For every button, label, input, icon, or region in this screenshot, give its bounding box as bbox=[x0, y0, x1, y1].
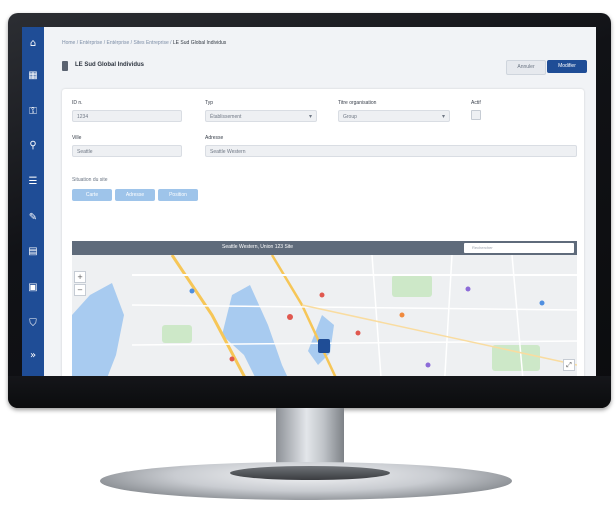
address-view-button[interactable]: Adresse bbox=[115, 189, 155, 201]
wrench-icon[interactable]: ✎ bbox=[26, 211, 40, 225]
map-pin-icon[interactable] bbox=[539, 300, 545, 306]
city-label: Ville bbox=[72, 135, 82, 141]
map-search-input[interactable]: Rechercher bbox=[464, 243, 574, 253]
fullscreen-button[interactable]: ⤢ bbox=[563, 359, 575, 371]
breadcrumb-current: LE Sud Global Individus bbox=[172, 40, 227, 46]
map-park bbox=[492, 345, 540, 371]
map-pin-icon[interactable] bbox=[425, 362, 431, 368]
map-park bbox=[392, 275, 432, 297]
map-canvas[interactable] bbox=[72, 255, 577, 376]
zoom-out-button[interactable]: − bbox=[74, 284, 86, 296]
code-field[interactable]: 1234 bbox=[72, 110, 182, 122]
document-icon[interactable]: ▤ bbox=[26, 245, 40, 259]
code-label: ID n. bbox=[72, 100, 83, 106]
search-icon[interactable]: ⚲ bbox=[26, 139, 40, 153]
type-select[interactable]: Établissement bbox=[205, 110, 317, 122]
map-pin-icon[interactable] bbox=[465, 286, 471, 292]
map-park bbox=[162, 325, 192, 343]
breadcrumb-item[interactable]: Home bbox=[62, 40, 75, 46]
org-label: Titre organisation bbox=[338, 100, 377, 106]
screen: ⌂ ▦ ⚿ ⚲ ☰ ✎ ▤ ▣ ⛉ » Home / Entérprise / … bbox=[22, 27, 596, 376]
key-icon[interactable]: ⚿ bbox=[26, 105, 40, 119]
home-icon[interactable]: ⌂ bbox=[26, 37, 40, 51]
map-pin-icon[interactable] bbox=[355, 330, 361, 336]
map-pin-icon[interactable] bbox=[287, 314, 293, 320]
building-icon[interactable]: ▦ bbox=[26, 69, 40, 83]
modify-button[interactable]: Modifier bbox=[547, 60, 587, 73]
chevron-right-icon[interactable]: » bbox=[26, 349, 40, 363]
active-label: Actif bbox=[471, 100, 481, 106]
breadcrumb-item[interactable]: Entérprise bbox=[80, 40, 103, 46]
site-form-card: ID n. 1234 Typ Établissement Titre organ… bbox=[62, 89, 584, 376]
active-checkbox[interactable] bbox=[471, 110, 481, 120]
location-section-label: Situation du site bbox=[72, 177, 108, 183]
map-toolbar: Seattle Western, Union 123 Site Recherch… bbox=[72, 241, 577, 255]
monitor-stand-joint bbox=[230, 466, 390, 480]
city-field[interactable]: Seattle bbox=[72, 145, 182, 157]
zoom-in-button[interactable]: + bbox=[74, 271, 86, 283]
monitor-bezel bbox=[8, 376, 611, 408]
type-label: Typ bbox=[205, 100, 214, 106]
address-field[interactable]: Seattle Western bbox=[205, 145, 577, 157]
position-view-button[interactable]: Position bbox=[158, 189, 198, 201]
map-widget[interactable]: Seattle Western, Union 123 Site Recherch… bbox=[72, 241, 577, 376]
document-icon bbox=[62, 61, 68, 71]
map-pin-icon[interactable] bbox=[319, 292, 325, 298]
cancel-button[interactable]: Annuler bbox=[506, 60, 546, 75]
org-select[interactable]: Group bbox=[338, 110, 450, 122]
map-title: Seattle Western, Union 123 Site bbox=[222, 244, 294, 250]
map-view-button[interactable]: Carte bbox=[72, 189, 112, 201]
map-pin-icon[interactable] bbox=[189, 288, 195, 294]
monitor-stand-neck bbox=[276, 408, 344, 468]
breadcrumb: Home / Entérprise / Entérprise / Sites E… bbox=[62, 40, 227, 46]
shield-icon[interactable]: ⛉ bbox=[26, 317, 40, 331]
breadcrumb-item[interactable]: Entérprise / Sites Entreprise bbox=[106, 40, 168, 46]
clipboard-icon[interactable]: ▣ bbox=[26, 281, 40, 295]
map-pin-icon[interactable] bbox=[399, 312, 405, 318]
address-label: Adresse bbox=[205, 135, 224, 141]
list-icon[interactable]: ☰ bbox=[26, 175, 40, 189]
sidebar: ⌂ ▦ ⚿ ⚲ ☰ ✎ ▤ ▣ ⛉ » bbox=[22, 27, 44, 376]
map-pin-icon[interactable] bbox=[229, 356, 235, 362]
page-title: LE Sud Global Individus bbox=[75, 62, 145, 68]
site-marker-icon[interactable] bbox=[318, 339, 330, 353]
